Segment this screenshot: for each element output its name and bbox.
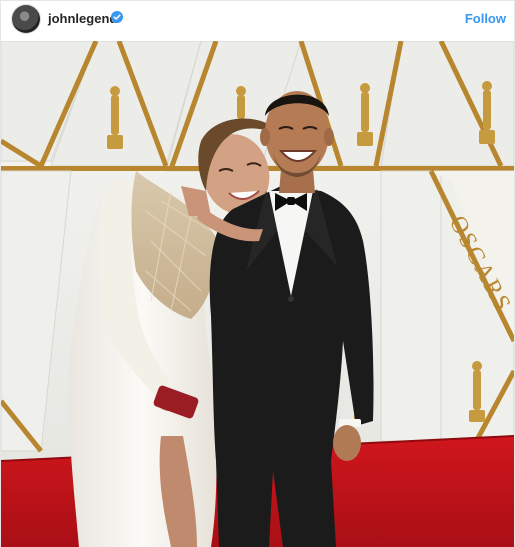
instagram-post: johnlegend Follow OSCARS (0, 0, 515, 547)
verified-badge-icon (111, 11, 123, 23)
follow-button[interactable]: Follow (465, 11, 506, 26)
avatar[interactable] (12, 5, 40, 33)
username-link[interactable]: johnlegend (48, 11, 117, 26)
post-photo[interactable]: OSCARS (1, 41, 514, 547)
red-carpet-photo: OSCARS (1, 41, 514, 547)
post-header: johnlegend Follow (1, 1, 514, 41)
